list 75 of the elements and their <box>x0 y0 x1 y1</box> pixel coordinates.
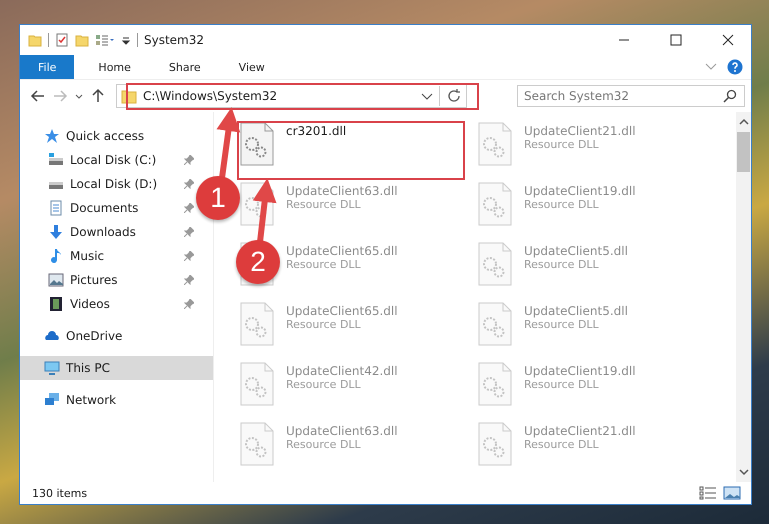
scrollbar-thumb[interactable] <box>737 132 750 172</box>
ribbon-tab[interactable]: Share <box>154 55 215 79</box>
file-type: Resource DLL <box>286 258 362 271</box>
dll-file-icon <box>478 122 512 166</box>
sidebar-item[interactable]: OneDrive <box>20 324 213 348</box>
sidebar-item[interactable]: Documents <box>20 196 198 220</box>
sidebar-label: Downloads <box>70 225 136 239</box>
item-count: 130 items <box>32 486 88 500</box>
document-icon <box>48 200 64 216</box>
sidebar-label: Music <box>70 249 104 263</box>
annotation-arrow <box>216 107 240 178</box>
help-icon[interactable] <box>727 59 743 75</box>
sidebar-label: OneDrive <box>66 329 122 343</box>
list-icon[interactable] <box>95 33 115 47</box>
file-type: Resource DLL <box>286 378 362 391</box>
dll-file-icon <box>478 422 512 466</box>
sidebar-item[interactable]: Network <box>20 388 213 412</box>
large-icons-view-icon[interactable] <box>723 486 741 500</box>
file-type: Resource DLL <box>286 318 362 331</box>
dll-file-icon <box>478 242 512 286</box>
file-type: Resource DLL <box>524 378 600 391</box>
star-icon <box>44 128 60 144</box>
file-type: Resource DLL <box>286 198 362 211</box>
up-icon[interactable] <box>90 88 106 104</box>
annotation-arrow <box>252 178 277 242</box>
sidebar-label: Local Disk (C:) <box>70 153 156 167</box>
sidebar-item[interactable]: Local Disk (C:) <box>20 148 198 172</box>
dll-file-icon <box>240 302 274 346</box>
sidebar-item[interactable]: Downloads <box>20 220 198 244</box>
chevron-icon[interactable] <box>705 63 717 71</box>
computer-icon <box>44 360 60 376</box>
file-type: Resource DLL <box>524 198 600 211</box>
address-path: C:\Windows\System32 <box>143 89 278 103</box>
dll-file-icon <box>240 182 274 226</box>
file-type: Resource DLL <box>524 438 600 451</box>
ribbon-tab[interactable]: View <box>224 55 279 79</box>
refresh-icon[interactable] <box>446 88 462 104</box>
dll-file-icon <box>478 182 512 226</box>
film-icon <box>48 296 64 312</box>
properties-icon[interactable] <box>55 33 69 47</box>
sidebar-label: Network <box>66 393 116 407</box>
window-title: System32 <box>144 33 204 47</box>
dll-file-icon <box>240 122 274 166</box>
drive-icon <box>48 152 64 168</box>
file-name[interactable]: cr3201.dll <box>286 124 346 138</box>
sidebar-item[interactable]: Quick access <box>20 124 213 148</box>
sidebar-item[interactable]: Music <box>20 244 198 268</box>
dll-file-icon <box>240 362 274 406</box>
dll-file-icon <box>240 422 274 466</box>
sidebar-item[interactable]: Local Disk (D:) <box>20 172 198 196</box>
search-icon <box>723 89 737 103</box>
ribbon-tab[interactable]: File <box>20 55 74 79</box>
sidebar-item[interactable]: This PC <box>20 356 213 380</box>
sidebar-label: Quick access <box>66 129 144 143</box>
sidebar-label: Documents <box>70 201 138 215</box>
address-bar[interactable]: C:\Windows\System32 <box>116 84 467 108</box>
file-type: Resource DLL <box>524 258 600 271</box>
file-type: Resource DLL <box>524 318 600 331</box>
file-type: Resource DLL <box>524 138 600 151</box>
dll-file-icon <box>478 302 512 346</box>
sidebar-item[interactable]: Pictures <box>20 268 198 292</box>
picture-icon <box>48 272 64 288</box>
details-view-icon[interactable] <box>699 486 717 500</box>
network-icon <box>44 392 60 408</box>
sidebar-label: Local Disk (D:) <box>70 177 158 191</box>
back-icon[interactable] <box>30 88 46 104</box>
ribbon-tab[interactable]: Home <box>84 55 145 79</box>
file-type: Resource DLL <box>286 438 362 451</box>
download-icon <box>48 224 64 240</box>
sidebar-label: Videos <box>70 297 110 311</box>
sidebar-label: Pictures <box>70 273 118 287</box>
search-field[interactable]: Search System32 <box>517 85 745 107</box>
dll-file-icon <box>478 362 512 406</box>
sidebar-label: This PC <box>66 361 110 375</box>
sidebar-item[interactable]: Videos <box>20 292 198 316</box>
